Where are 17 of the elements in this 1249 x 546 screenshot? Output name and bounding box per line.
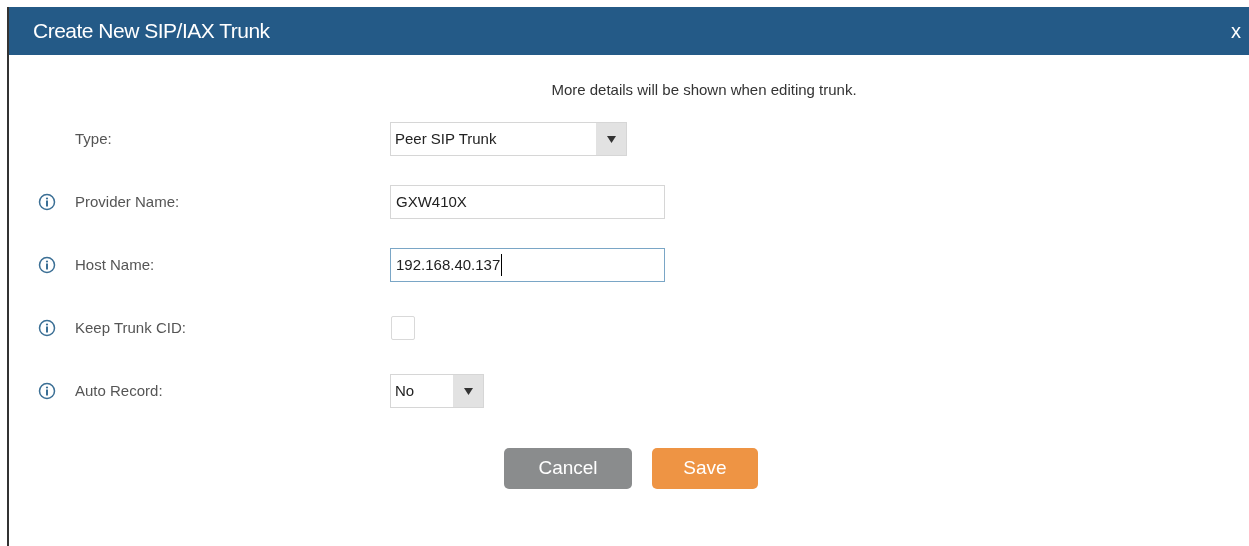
field-label: Host Name: (75, 254, 155, 275)
input-field[interactable]: 192.168.40.137 (390, 248, 665, 282)
field-label: Type: (75, 128, 112, 149)
dropdown[interactable]: Peer SIP Trunk (390, 122, 627, 156)
field-label: Auto Record: (75, 380, 163, 401)
info-note: More details will be shown when editing trunk. (551, 80, 857, 100)
close-button[interactable]: x (1231, 16, 1241, 46)
dialog-title: Create New SIP/IAX Trunk (33, 18, 270, 45)
checkbox[interactable] (391, 316, 415, 340)
dropdown-value: Peer SIP Trunk (394, 128, 498, 149)
dropdown[interactable]: No (390, 374, 484, 408)
field-label: Keep Trunk CID: (75, 317, 186, 338)
input-field[interactable]: GXW410X (390, 185, 665, 219)
field-label: Provider Name: (75, 191, 180, 212)
caret-icon (463, 387, 473, 395)
caret-icon (606, 135, 616, 143)
dropdown-value: No (394, 380, 416, 401)
